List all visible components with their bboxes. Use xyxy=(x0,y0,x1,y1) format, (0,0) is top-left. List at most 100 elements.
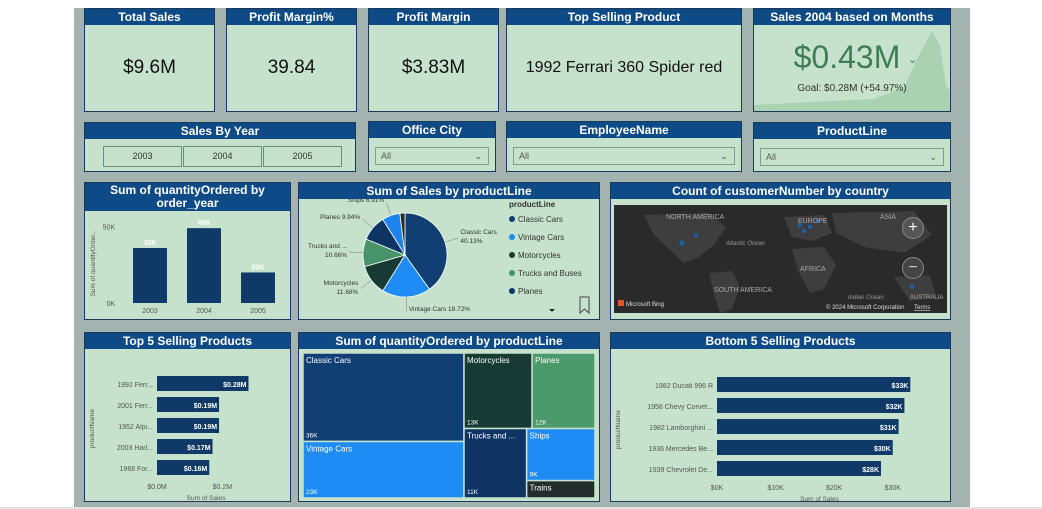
tile-name: Vintage Cars xyxy=(306,444,352,453)
map-label: Atlantic Ocean xyxy=(725,241,766,247)
slice-label: 40.13% xyxy=(460,238,482,245)
card-title: Sales 2004 based on Months xyxy=(754,9,950,25)
bottom5-chart: $33K 1982 Ducati 996 R $32K 1958 Chevy Corv… xyxy=(615,377,911,501)
top5-card[interactable]: Top 5 Selling Products $0.28M 1992 Ferr..… xyxy=(84,332,291,502)
chart-title: Sum of Sales by productLine xyxy=(299,183,599,199)
y-tick-label: 1968 For... xyxy=(120,466,154,473)
data-label: $32K xyxy=(886,404,903,411)
data-label: $33K xyxy=(892,383,909,390)
employee-slicer: EmployeeName All ⌄ xyxy=(506,121,742,172)
bar xyxy=(717,461,881,476)
chevron-down-icon: ⌄ xyxy=(720,151,728,161)
slicer-title: Sales By Year xyxy=(85,123,355,139)
tile-value: 23K xyxy=(306,489,318,496)
employee-dropdown[interactable]: All ⌄ xyxy=(513,147,735,165)
x-tick-label: $20K xyxy=(826,485,843,492)
map-terms[interactable]: Terms xyxy=(914,305,930,311)
sales-by-productline-card[interactable]: Sum of Sales by productLine Classic Cars… xyxy=(298,182,600,320)
kpi-value: 39.84 xyxy=(267,57,316,78)
product-line-slicer: ProductLine All ⌄ xyxy=(753,122,951,172)
product-line-dropdown[interactable]: All ⌄ xyxy=(760,148,944,166)
profit-margin-card[interactable]: Profit Margin $3.83M xyxy=(368,8,499,112)
y-tick-label: 1982 Lamborghini ... xyxy=(649,425,713,432)
qty-by-year-card[interactable]: Sum of quantityOrdered by order_year 0K 5… xyxy=(84,182,291,320)
slicer-title: Office City xyxy=(369,122,495,138)
label-leader xyxy=(386,202,392,216)
customer-map-card[interactable]: Count of customerNumber by country NORTH… xyxy=(610,182,951,320)
tile-value: 13K xyxy=(467,420,479,427)
legend-item: Planes xyxy=(518,287,542,296)
x-tick-label: $0.0M xyxy=(147,484,167,491)
legend-marker xyxy=(509,252,515,258)
bar xyxy=(717,419,899,434)
bar xyxy=(717,377,911,392)
qty-treemap-card[interactable]: Sum of quantityOrdered by productLine Cl… xyxy=(298,332,600,502)
bar xyxy=(241,272,275,303)
slice-label: Motorcycles xyxy=(324,280,359,287)
data-label: $0.28M xyxy=(223,382,247,389)
legend-marker xyxy=(509,234,515,240)
report-canvas: Total Sales $9.6M Profit Margin% 39.84 P… xyxy=(74,8,970,509)
slice-label: Vintage Cars 18.72% xyxy=(409,306,471,313)
label-leader xyxy=(349,251,364,253)
data-label: 49K xyxy=(198,220,211,227)
tile-value: 12K xyxy=(535,420,547,427)
legend-item: Vintage Cars xyxy=(518,233,564,242)
label-leader xyxy=(362,218,374,229)
dropdown-value: All xyxy=(766,152,777,162)
x-axis-label: Sum of Sales xyxy=(800,496,839,501)
top-product-card[interactable]: Top Selling Product 1992 Ferrari 360 Spi… xyxy=(506,8,742,112)
bookmark-icon xyxy=(579,296,590,315)
legend-item: Classic Cars xyxy=(518,215,563,224)
world-map[interactable]: NORTH AMERICA EUROPE ASIA Atlantic Ocean… xyxy=(614,205,947,313)
card-title: Profit Margin xyxy=(369,9,498,25)
total-sales-card[interactable]: Total Sales $9.6M xyxy=(84,8,215,112)
y-tick-label: 1992 Ferr... xyxy=(117,382,153,389)
bottom5-card[interactable]: Bottom 5 Selling Products $33K 1982 Ducat… xyxy=(610,332,951,502)
year-option-2005[interactable]: 2005 xyxy=(263,146,342,167)
trend-chevron-icon: ⌄ xyxy=(908,54,918,66)
x-axis-label: Sum of Sales xyxy=(187,495,226,501)
map-label: AUSTRALIA xyxy=(910,295,943,301)
sales-by-year-slicer[interactable]: Sales By Year 2003 2004 2005 xyxy=(84,122,356,172)
slicer-title: ProductLine xyxy=(754,123,950,139)
y-axis-label: productName xyxy=(615,410,622,449)
data-label: $28K xyxy=(862,467,879,474)
year-option-2003[interactable]: 2003 xyxy=(103,146,182,167)
data-label: $0.19M xyxy=(194,424,218,431)
card-title: Total Sales xyxy=(85,9,214,25)
sales-2004-card[interactable]: Sales 2004 based on Months $0.43M ⌄ Goal… xyxy=(753,8,951,112)
map-label: Indian Ocean xyxy=(848,295,884,301)
label-leader xyxy=(360,280,372,289)
y-tick-label: 1982 Ducati 996 R xyxy=(655,383,713,390)
map-label: SOUTH AMERICA xyxy=(714,287,772,294)
tile-name: Classic Cars xyxy=(306,356,351,365)
sales-pie-chart: Classic Cars 40.13% Vintage Cars 18.72% Mot… xyxy=(308,199,590,315)
data-label: $0.19M xyxy=(194,403,218,410)
legend-marker xyxy=(509,270,515,276)
y-tick-label: 1958 Chevy Corvet... xyxy=(647,404,713,411)
tile-value: 36K xyxy=(306,432,318,439)
chart-title: Bottom 5 Selling Products xyxy=(611,333,950,349)
slice-label: Classic Cars xyxy=(460,229,497,236)
tile-name: Planes xyxy=(535,356,559,365)
tile-name: Motorcycles xyxy=(467,356,510,365)
data-label: 36K xyxy=(144,240,157,247)
chart-title: Top 5 Selling Products xyxy=(85,333,290,349)
bar xyxy=(717,440,893,455)
legend-item: Trucks and Buses xyxy=(518,269,582,278)
card-title: Top Selling Product xyxy=(507,9,741,25)
zoom-in-button[interactable]: + xyxy=(902,217,924,239)
profit-margin-pct-card[interactable]: Profit Margin% 39.84 xyxy=(226,8,357,112)
tile-name: Trucks and ... xyxy=(467,432,515,441)
zoom-out-button[interactable]: − xyxy=(902,257,924,279)
slice-label: Planes 9.94% xyxy=(320,214,360,221)
year-option-2004[interactable]: 2004 xyxy=(183,146,262,167)
bar xyxy=(133,248,167,303)
chart-title: Sum of quantityOrdered by order_year xyxy=(85,183,290,211)
bar xyxy=(187,228,221,303)
legend-item: Motorcycles xyxy=(518,251,561,260)
y-tick-label: 0K xyxy=(106,301,115,308)
map-copyright: © 2024 Microsoft Corporation xyxy=(826,304,904,311)
office-city-dropdown[interactable]: All ⌄ xyxy=(375,147,489,165)
